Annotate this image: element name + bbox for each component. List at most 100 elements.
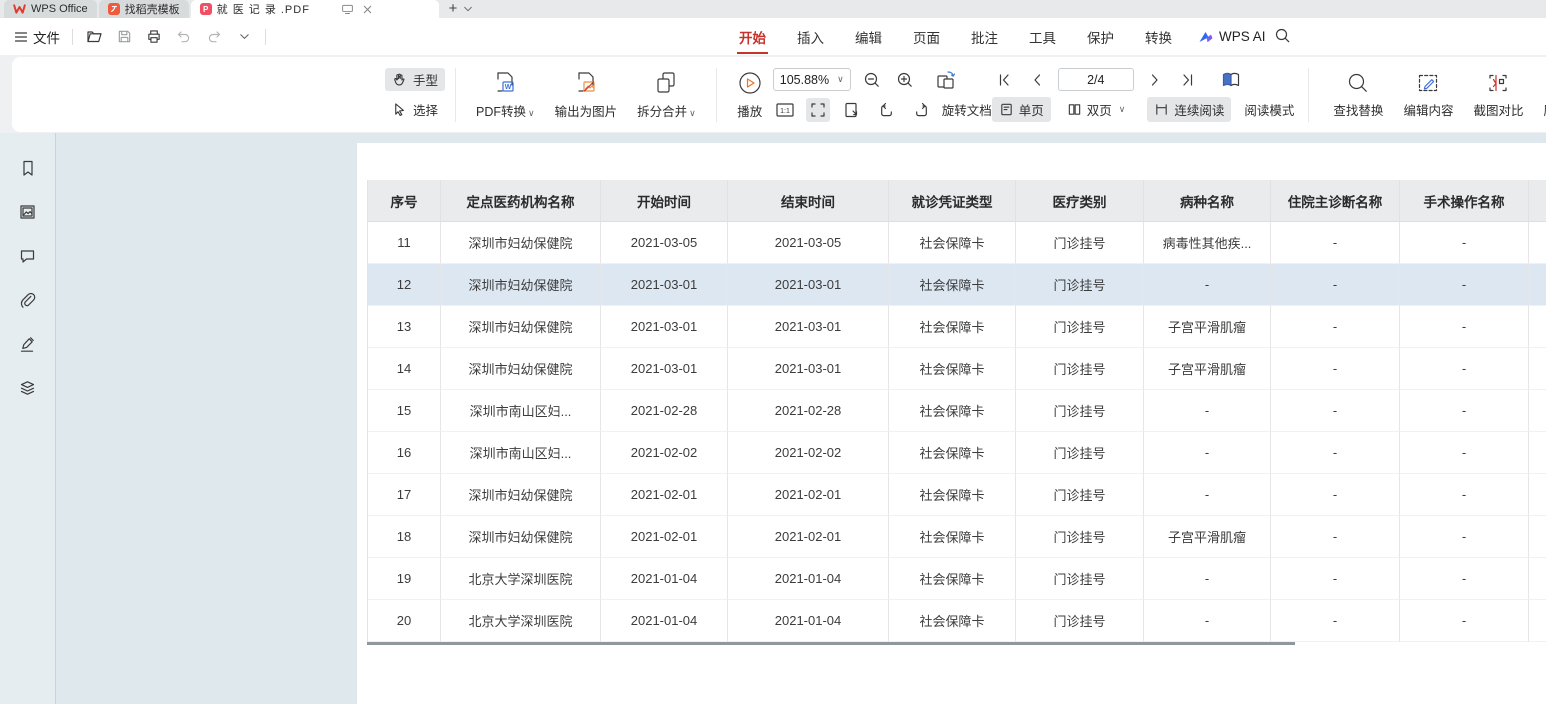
table-cell: - [1400, 390, 1529, 432]
ribbon-tab-convert[interactable]: 转换 [1143, 18, 1174, 56]
save-icon[interactable] [115, 28, 133, 46]
table-cell: 门诊挂号 [1016, 390, 1144, 432]
attachment-icon[interactable] [17, 289, 39, 311]
table-cell: - [1400, 558, 1529, 600]
wps-ai-button[interactable]: WPS AI [1198, 18, 1266, 55]
tab-wps-office[interactable]: WPS Office [4, 0, 97, 18]
pdf-convert-button[interactable]: W PDF转换∨ [466, 70, 545, 120]
table-row[interactable]: 19北京大学深圳医院2021-01-042021-01-04社会保障卡门诊挂号-… [368, 558, 1546, 600]
first-page-icon[interactable] [992, 68, 1016, 92]
table-row[interactable]: 18深圳市妇幼保健院2021-02-012021-02-01社会保障卡门诊挂号子… [368, 516, 1546, 558]
find-replace-button[interactable]: 查找替换 [1323, 71, 1393, 119]
table-row[interactable]: 16深圳市南山区妇...2021-02-022021-02-02社会保障卡门诊挂… [368, 432, 1546, 474]
hand-tool-button[interactable]: 手型 [385, 68, 445, 91]
table-cell: 子宫平滑肌瘤 [1144, 516, 1271, 558]
export-image-button[interactable]: 输出为图片 [545, 70, 628, 120]
ribbon-tab-home[interactable]: 开始 [737, 18, 768, 56]
table-cell: 2021-03-05 [601, 222, 728, 264]
split-merge-button[interactable]: 拆分合并∨ [627, 70, 706, 120]
table-cell: - [1144, 432, 1271, 474]
table-cell: 2021-01-04 [601, 558, 728, 600]
table-cell: - [1400, 474, 1529, 516]
table-cell [1529, 474, 1546, 516]
chevron-down-icon: ∨ [1119, 104, 1126, 115]
previous-page-icon[interactable] [1025, 68, 1049, 92]
table-cell: 14 [368, 348, 441, 390]
redo-icon[interactable] [205, 28, 223, 46]
ribbon-tab-protect[interactable]: 保护 [1085, 18, 1116, 56]
divider [265, 29, 266, 45]
fit-page-icon[interactable] [806, 98, 830, 122]
screenshot-compare-label: 截图对比 [1473, 100, 1523, 119]
ribbon-tab-edit[interactable]: 编辑 [853, 18, 884, 56]
fit-width-icon[interactable] [839, 98, 863, 122]
single-page-button[interactable]: 单页 [992, 97, 1051, 122]
double-page-icon [1067, 102, 1082, 117]
table-cell: 17 [368, 474, 441, 516]
table-cell: - [1400, 222, 1529, 264]
file-menu-button[interactable]: 文件 [14, 27, 60, 47]
layers-icon[interactable] [17, 377, 39, 399]
more-actions-chevron-icon[interactable] [235, 28, 253, 46]
close-icon[interactable] [362, 4, 373, 15]
column-header: 就诊凭证类型 [889, 180, 1016, 222]
monitor-icon[interactable] [341, 3, 354, 15]
ribbon-tab-insert[interactable]: 插入 [795, 18, 826, 56]
tab-list-chevron-icon[interactable] [463, 5, 473, 13]
bookmark-icon[interactable] [17, 157, 39, 179]
compress-button[interactable]: 压缩 [1533, 71, 1546, 119]
continuous-reading-button[interactable]: 连续阅读 [1147, 97, 1231, 122]
screenshot-compare-button[interactable]: 截图对比 [1463, 71, 1533, 119]
last-page-icon[interactable] [1176, 68, 1200, 92]
comment-icon[interactable] [17, 245, 39, 267]
zoom-out-icon[interactable] [860, 68, 884, 92]
table-cell: 门诊挂号 [1016, 558, 1144, 600]
table-row[interactable]: 13深圳市妇幼保健院2021-03-012021-03-01社会保障卡门诊挂号子… [368, 306, 1546, 348]
signature-icon[interactable] [17, 333, 39, 355]
play-button[interactable]: 播放 [727, 70, 773, 120]
open-folder-icon[interactable] [85, 28, 103, 46]
rotate-right-icon[interactable] [909, 98, 933, 122]
rotate-left-icon[interactable] [876, 98, 900, 122]
ribbon-tab-comment[interactable]: 批注 [969, 18, 1000, 56]
read-mode-button[interactable]: 阅读模式 [1244, 100, 1294, 119]
tab-docer-templates[interactable]: 找稻壳模板 [99, 0, 189, 18]
actual-size-icon[interactable]: 1:1 [773, 98, 797, 122]
table-cell: 2021-02-01 [601, 474, 728, 516]
page-number-input[interactable]: 2/4 [1058, 68, 1134, 91]
edit-content-button[interactable]: 编辑内容 [1393, 71, 1463, 119]
search-icon[interactable] [1274, 27, 1291, 44]
new-tab-button[interactable]: + [449, 4, 458, 14]
document-canvas[interactable]: 序号定点医药机构名称开始时间结束时间就诊凭证类型医疗类别病种名称住院主诊断名称手… [57, 133, 1546, 704]
next-page-icon[interactable] [1143, 68, 1167, 92]
table-cell: 子宫平滑肌瘤 [1144, 348, 1271, 390]
replace-pages-icon[interactable] [934, 68, 958, 92]
zoom-in-icon[interactable] [893, 68, 917, 92]
wps-logo-icon [13, 3, 26, 15]
export-image-label: 输出为图片 [555, 101, 618, 120]
table-row[interactable]: 11深圳市妇幼保健院2021-03-052021-03-05社会保障卡门诊挂号病… [368, 222, 1546, 264]
double-page-button[interactable]: 双页 ∨ [1060, 97, 1133, 122]
ribbon-tab-page[interactable]: 页面 [911, 18, 942, 56]
rotate-document-button[interactable]: 旋转文档 [942, 100, 992, 119]
zoom-level-input[interactable]: 105.88% ∨ [773, 68, 851, 91]
read-mode-book-icon[interactable] [1219, 68, 1243, 92]
table-row[interactable]: 15深圳市南山区妇...2021-02-282021-02-28社会保障卡门诊挂… [368, 390, 1546, 432]
table-cell: 2021-01-04 [601, 600, 728, 642]
table-row[interactable]: 12深圳市妇幼保健院2021-03-012021-03-01社会保障卡门诊挂号-… [368, 264, 1546, 306]
screenshot-compare-icon [1486, 71, 1510, 95]
hamburger-icon [14, 31, 28, 43]
table-row[interactable]: 20北京大学深圳医院2021-01-042021-01-04社会保障卡门诊挂号-… [368, 600, 1546, 642]
print-icon[interactable] [145, 28, 163, 46]
thumbnail-icon[interactable] [17, 201, 39, 223]
double-page-label: 双页 [1087, 100, 1112, 119]
table-row[interactable]: 14深圳市妇幼保健院2021-03-012021-03-01社会保障卡门诊挂号子… [368, 348, 1546, 390]
table-bottom-border [367, 642, 1295, 645]
table-row[interactable]: 17深圳市妇幼保健院2021-02-012021-02-01社会保障卡门诊挂号-… [368, 474, 1546, 516]
ribbon-tab-tools[interactable]: 工具 [1027, 18, 1058, 56]
column-header: 手术操作名称 [1400, 180, 1529, 222]
menu-bar: 文件 开始 插入 编辑 页面 批注 工具 保护 转换 [0, 18, 1546, 55]
select-tool-button[interactable]: 选择 [385, 98, 445, 121]
tab-document-pdf[interactable]: P 就 医 记 录 .PDF [191, 0, 439, 18]
undo-icon[interactable] [175, 28, 193, 46]
